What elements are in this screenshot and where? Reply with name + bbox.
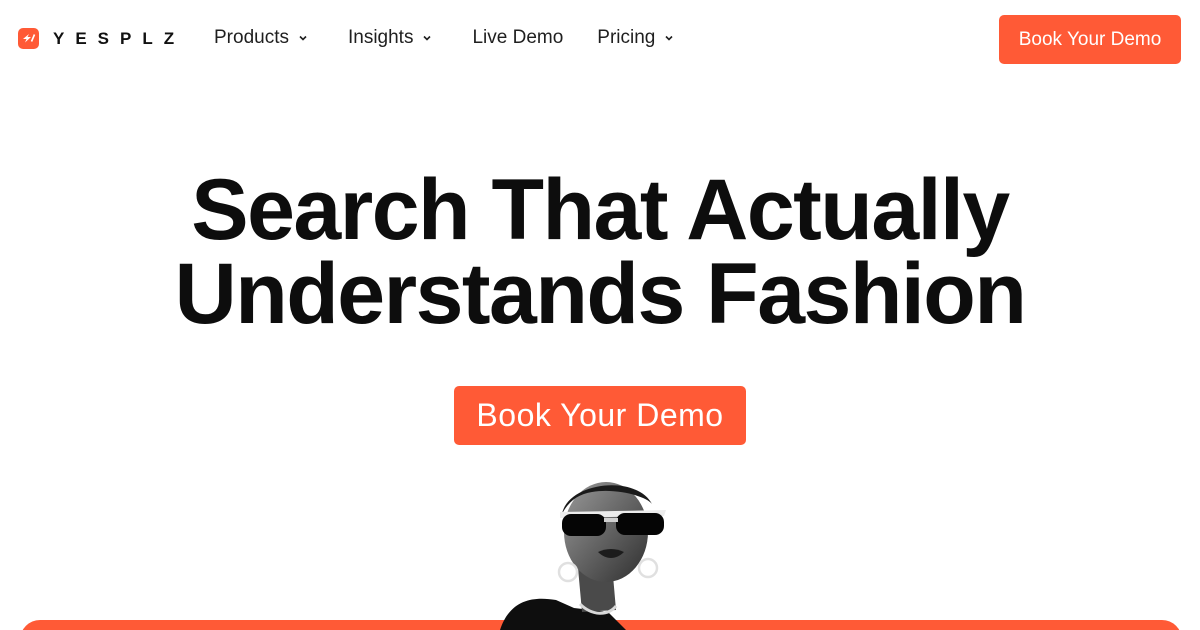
nav-item-label: Live Demo — [472, 27, 564, 48]
brand-name: YESPLZ — [53, 28, 186, 48]
header-book-demo-button[interactable]: Book Your Demo — [999, 15, 1181, 64]
nav-item-insights[interactable]: Insights — [348, 26, 432, 50]
nav-item-live-demo[interactable]: Live Demo — [472, 26, 563, 50]
nav-item-products[interactable]: Products — [214, 26, 308, 50]
chevron-down-icon — [423, 35, 432, 41]
nav-item-label: Insights — [347, 27, 414, 48]
nav-item-pricing[interactable]: Pricing — [597, 26, 674, 50]
chevron-down-icon — [299, 35, 307, 41]
main-nav: Products Insights Live Demo Pricing — [214, 26, 674, 50]
hero-title: Search That Actually Understands Fashion — [0, 162, 1200, 342]
hero-title-line-2: Understands Fashion — [174, 246, 1027, 342]
hero-model-image — [500, 482, 666, 630]
chevron-down-icon — [665, 35, 673, 41]
yesplz-logo-icon — [18, 28, 39, 49]
site-header: YESPLZ Products Insights Live Demo Prici… — [0, 0, 1200, 78]
hero-title-line-1: Search That Actually — [191, 162, 1010, 258]
brand-logo[interactable]: YESPLZ — [18, 28, 185, 49]
hero-book-demo-button[interactable]: Book Your Demo — [454, 386, 746, 445]
nav-item-label: Products — [214, 27, 289, 48]
nav-item-label: Pricing — [597, 27, 656, 48]
